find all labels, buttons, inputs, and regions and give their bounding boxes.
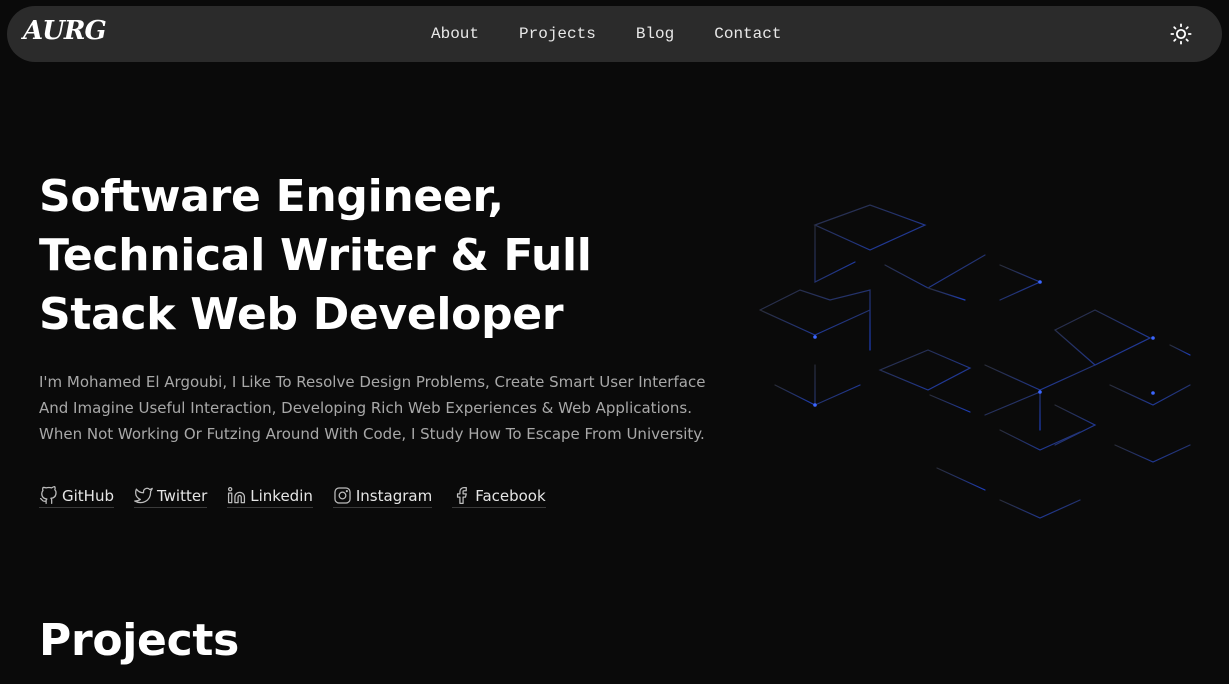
linkedin-icon bbox=[228, 486, 246, 504]
social-link-github[interactable]: GitHub bbox=[39, 486, 114, 508]
projects-section-title: Projects bbox=[39, 615, 240, 666]
nav-link-contact[interactable]: Contact bbox=[714, 25, 781, 43]
github-icon bbox=[39, 486, 57, 505]
navbar: AURG About Projects Blog Contact bbox=[7, 6, 1222, 62]
nav-link-about[interactable]: About bbox=[431, 25, 479, 43]
social-link-linkedin[interactable]: Linkedin bbox=[227, 486, 313, 508]
sun-icon bbox=[1170, 23, 1192, 45]
nav-link-projects[interactable]: Projects bbox=[519, 25, 596, 43]
nav-link-blog[interactable]: Blog bbox=[636, 25, 674, 43]
hero-description: I'm Mohamed El Argoubi, I Like To Resolv… bbox=[39, 373, 706, 443]
social-label-linkedin: Linkedin bbox=[250, 486, 313, 505]
twitter-icon bbox=[134, 487, 153, 504]
social-label-github: GitHub bbox=[62, 486, 114, 505]
social-link-twitter[interactable]: Twitter bbox=[133, 486, 208, 508]
social-links: GitHub Twitter Linkedin Instagram Facebo… bbox=[39, 486, 546, 508]
social-label-instagram: Instagram bbox=[355, 486, 433, 505]
logo[interactable]: AURG bbox=[23, 16, 107, 46]
social-label-facebook: Facebook bbox=[475, 486, 546, 505]
hero-title: Software Engineer, Technical Writer & Fu… bbox=[39, 171, 592, 340]
social-label-twitter: Twitter bbox=[156, 486, 208, 505]
theme-toggle-button[interactable] bbox=[1169, 22, 1193, 46]
social-link-facebook[interactable]: Facebook bbox=[452, 486, 546, 508]
main-nav: About Projects Blog Contact bbox=[431, 6, 781, 62]
social-link-instagram[interactable]: Instagram bbox=[332, 486, 433, 508]
instagram-icon bbox=[334, 487, 351, 504]
facebook-icon bbox=[457, 486, 468, 505]
isometric-cubes-illustration bbox=[759, 204, 1191, 519]
